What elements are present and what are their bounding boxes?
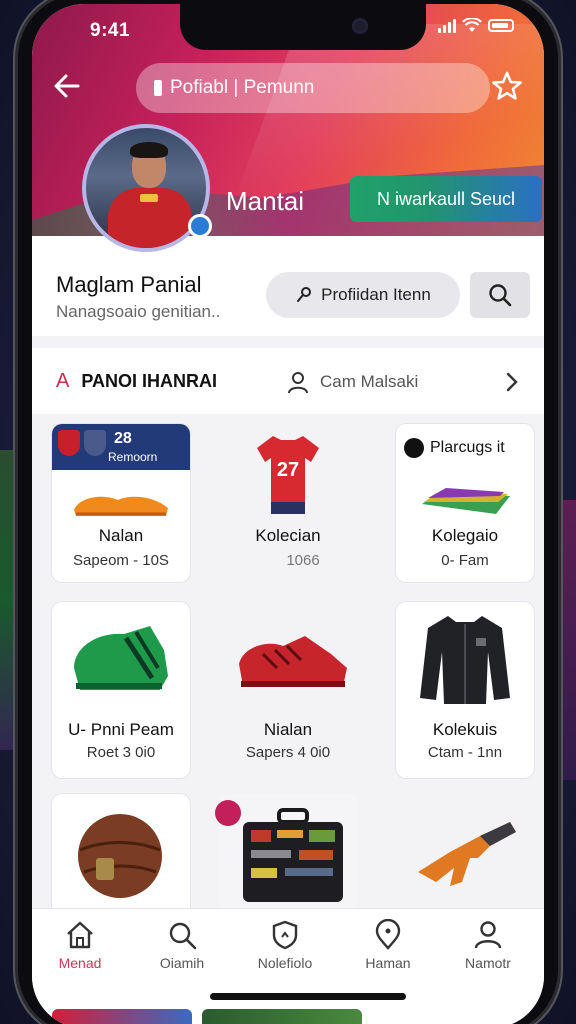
vintage-ball-icon: [78, 814, 162, 898]
home-indicator[interactable]: [210, 993, 406, 1000]
star-icon[interactable]: [490, 69, 524, 103]
status-icons: [438, 18, 514, 33]
home-icon: [67, 921, 93, 949]
card-header: Plarcugs it: [404, 438, 505, 458]
profile-title: Maglam Panial: [56, 272, 202, 297]
nav-label: Namotr: [465, 955, 511, 971]
status-bar: 9:41: [32, 4, 544, 50]
nav-item-search[interactable]: Oiamih: [132, 919, 232, 971]
profile-name: Mantai: [226, 186, 305, 216]
verified-badge-icon: [188, 214, 212, 238]
key-icon: [297, 287, 312, 302]
club-crest-icon: [58, 430, 80, 456]
items-grid: 28 Remoorn Nalan Sapeom - 10S 27 Kolecia…: [32, 424, 544, 924]
tab-secondary[interactable]: Cam Malsaki: [286, 370, 418, 394]
club-crest-icon: [84, 430, 106, 456]
nav-item-home[interactable]: Menad: [32, 919, 130, 971]
tab-a-icon: A: [56, 370, 70, 392]
chevron-right-icon[interactable]: [502, 370, 522, 394]
blaster-icon: [418, 822, 516, 886]
item-label: Kolecian: [255, 526, 321, 545]
profile-items-label: Profiidan Itenn: [321, 285, 431, 304]
item-label: Nalan: [98, 526, 144, 545]
phone-screen: 9:41 Pofiabl | Pemunn Mantai N iwarkaull…: [32, 4, 544, 1024]
banner-text: Remoorn: [108, 450, 158, 464]
item-sub: Sapers 4 0i0: [245, 744, 331, 761]
battery-icon: [488, 19, 514, 32]
item-label: U- Pnni Peam: [68, 720, 174, 739]
avatar-jersey-badge: [140, 194, 158, 202]
next-row-peek: [202, 1009, 362, 1024]
item-card[interactable]: Nialan Sapers 4 0i0: [219, 602, 357, 778]
item-card[interactable]: 28 Remoorn Nalan Sapeom - 10S: [52, 424, 190, 582]
item-card[interactable]: [215, 794, 357, 924]
item-card[interactable]: [52, 794, 190, 924]
nav-item-profile[interactable]: Namotr: [438, 919, 538, 971]
phone-frame: 9:41 Pofiabl | Pemunn Mantai N iwarkaull…: [18, 0, 558, 1024]
boot-icon: [74, 626, 168, 690]
search-icon: [169, 922, 197, 950]
nav-item-location[interactable]: Haman: [338, 919, 438, 971]
shield-icon: [272, 920, 298, 950]
item-sub: Sapeom - 10S: [73, 552, 169, 569]
jersey-icon: 27: [257, 436, 319, 514]
nav-label: Nolefiolo: [257, 955, 313, 971]
toolkit-icon: [243, 808, 343, 902]
profile-search-button[interactable]: [470, 272, 530, 318]
item-label: Nialan: [263, 720, 313, 739]
mat-icon: [422, 488, 510, 514]
item-card[interactable]: U- Pnni Peam Roet 3 0i0: [52, 602, 190, 778]
banner-number: 28: [114, 430, 132, 447]
brand-logo-icon: [404, 438, 424, 458]
pill-icon: [154, 80, 162, 96]
sneaker-icon: [239, 636, 347, 687]
status-time: 9:41: [90, 20, 131, 41]
next-row-peek: [52, 1009, 192, 1024]
item-card[interactable]: 27 Kolecian 1066: [219, 424, 357, 582]
profile-search-pill[interactable]: Pofiabl | Pemunn: [136, 63, 490, 113]
person-icon: [288, 372, 308, 394]
item-sub: 0- Fam: [441, 552, 489, 569]
wifi-icon: [462, 18, 482, 32]
bottom-nav: Menad Oiamih Nolefiolo Haman Namotr: [32, 908, 544, 1024]
top-bar: Pofiabl | Pemunn: [32, 59, 544, 113]
profile-info-card: Maglam Panial Nanagsoaio genitian.. Prof…: [32, 236, 544, 336]
search-pill-label: Pofiabl | Pemunn: [170, 77, 315, 98]
item-sub: 1066: [286, 552, 320, 569]
item-sub: Roet 3 0i0: [86, 744, 156, 761]
hero-action-button[interactable]: N iwarkaull Seucl: [350, 176, 542, 222]
avatar-hair: [130, 142, 168, 158]
location-icon: [375, 919, 401, 950]
tabs-bar: A PANOI IHANRAI Cam Malsaki: [32, 348, 544, 414]
tab-secondary-label: Cam Malsaki: [320, 372, 419, 391]
user-icon: [474, 921, 502, 949]
card-header-text: Plarcugs it: [430, 439, 505, 456]
nav-label: Haman: [365, 955, 411, 971]
tab-primary[interactable]: A PANOI IHANRAI: [56, 370, 217, 393]
club-banner: 28 Remoorn: [52, 424, 190, 470]
jersey-number: 27: [277, 459, 299, 481]
profile-items-button[interactable]: Profiidan Itenn: [266, 272, 460, 318]
item-label: Kolegaio: [431, 526, 499, 545]
profile-subtitle: Nanagsoaio genitian..: [56, 302, 221, 321]
item-label: Kolekuis: [432, 720, 498, 739]
nav-item-shield[interactable]: Nolefiolo: [235, 919, 335, 971]
nav-label: Menad: [58, 955, 102, 971]
item-card[interactable]: Plarcugs it Kolegaio 0- Fam: [396, 424, 534, 582]
tab-primary-label: PANOI IHANRAI: [81, 371, 218, 391]
nav-label: Oiamih: [159, 955, 205, 971]
gear-badge-icon: [215, 800, 241, 826]
shoe-icon: [74, 496, 168, 516]
item-card[interactable]: [396, 794, 534, 924]
item-sub: Ctam - 1nn: [427, 744, 503, 761]
jacket-icon: [420, 616, 510, 704]
back-arrow-icon[interactable]: [50, 69, 84, 103]
search-icon: [489, 284, 512, 307]
signal-icon: [438, 18, 456, 33]
item-card[interactable]: Kolekuis Ctam - 1nn: [396, 602, 534, 778]
